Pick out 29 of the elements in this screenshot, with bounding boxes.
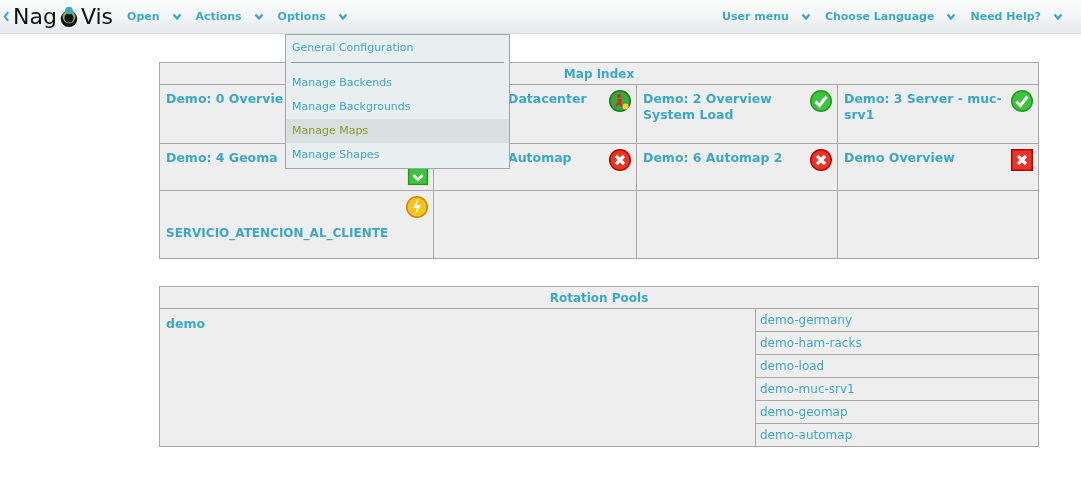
pool-map-link[interactable]: demo-geomap — [755, 400, 1039, 424]
logo-text: Vis — [80, 3, 114, 30]
nav-menu[interactable]: Actions — [195, 10, 264, 23]
pool-map-link[interactable]: demo-ham-racks — [755, 331, 1039, 355]
pool-map-link[interactable]: demo-load — [755, 354, 1039, 378]
nav-menu[interactable]: User menu — [722, 10, 811, 23]
nav-menu[interactable]: Need Help? — [970, 10, 1063, 23]
map-link[interactable]: Demo: 0 Overvie — [166, 91, 284, 107]
nav-menu[interactable]: Open — [127, 10, 182, 23]
table-header: Rotation Pools — [159, 286, 1039, 309]
nav-menu[interactable]: Options — [277, 10, 348, 23]
map-link[interactable]: Datacenter — [508, 91, 587, 107]
nav-menu[interactable]: Choose Language — [824, 10, 957, 23]
map-link[interactable]: Demo: 4 Geoma — [166, 150, 278, 166]
logo-text: Nag — [13, 3, 57, 30]
pool-map-link[interactable]: demo-muc-srv1 — [755, 377, 1039, 401]
menu-item[interactable]: Manage Shapes — [286, 143, 509, 167]
map-link[interactable]: Automap — [508, 150, 572, 166]
pool-map-link[interactable]: demo-germany — [755, 308, 1039, 332]
map-link[interactable]: Demo Overview — [844, 150, 955, 166]
map-link[interactable]: Demo: 3 Server - muc-srv1 — [844, 91, 1006, 123]
menu-item[interactable]: General Configuration — [286, 36, 509, 60]
pool-map-link[interactable]: demo-automap — [755, 423, 1039, 447]
menu-item[interactable]: Manage Maps — [286, 119, 509, 143]
map-link[interactable]: SERVICIO_ATENCION_AL_CLIENTE — [166, 225, 389, 241]
pool-name[interactable]: demo — [159, 308, 756, 447]
map-link[interactable]: Demo: 2 Overview System Load — [643, 91, 805, 123]
map-link[interactable]: Demo: 6 Automap 2 — [643, 150, 783, 166]
menu-item[interactable]: Manage Backgrounds — [286, 95, 509, 119]
